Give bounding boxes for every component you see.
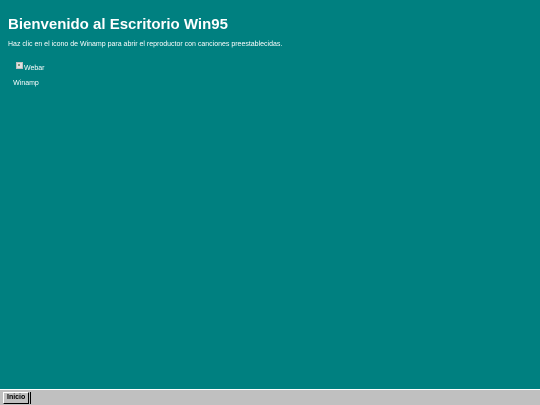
desktop: Bienvenido al Escritorio Win95 Haz clic … (0, 0, 540, 405)
page-subtitle: Haz clic en el icono de Winamp para abri… (8, 41, 283, 48)
start-button[interactable]: Inicio (3, 392, 30, 404)
page-title: Bienvenido al Escritorio Win95 (8, 16, 228, 33)
winamp-icon[interactable]: Webar (16, 61, 45, 73)
taskbar: Inicio (0, 389, 540, 405)
taskbar-separator (30, 392, 31, 404)
broken-image-icon (16, 62, 23, 69)
winamp-desktop-icon[interactable]: Webar Winamp (8, 59, 45, 91)
winamp-icon-alt-text: Webar (24, 65, 45, 72)
winamp-icon-label[interactable]: Winamp (8, 80, 44, 87)
